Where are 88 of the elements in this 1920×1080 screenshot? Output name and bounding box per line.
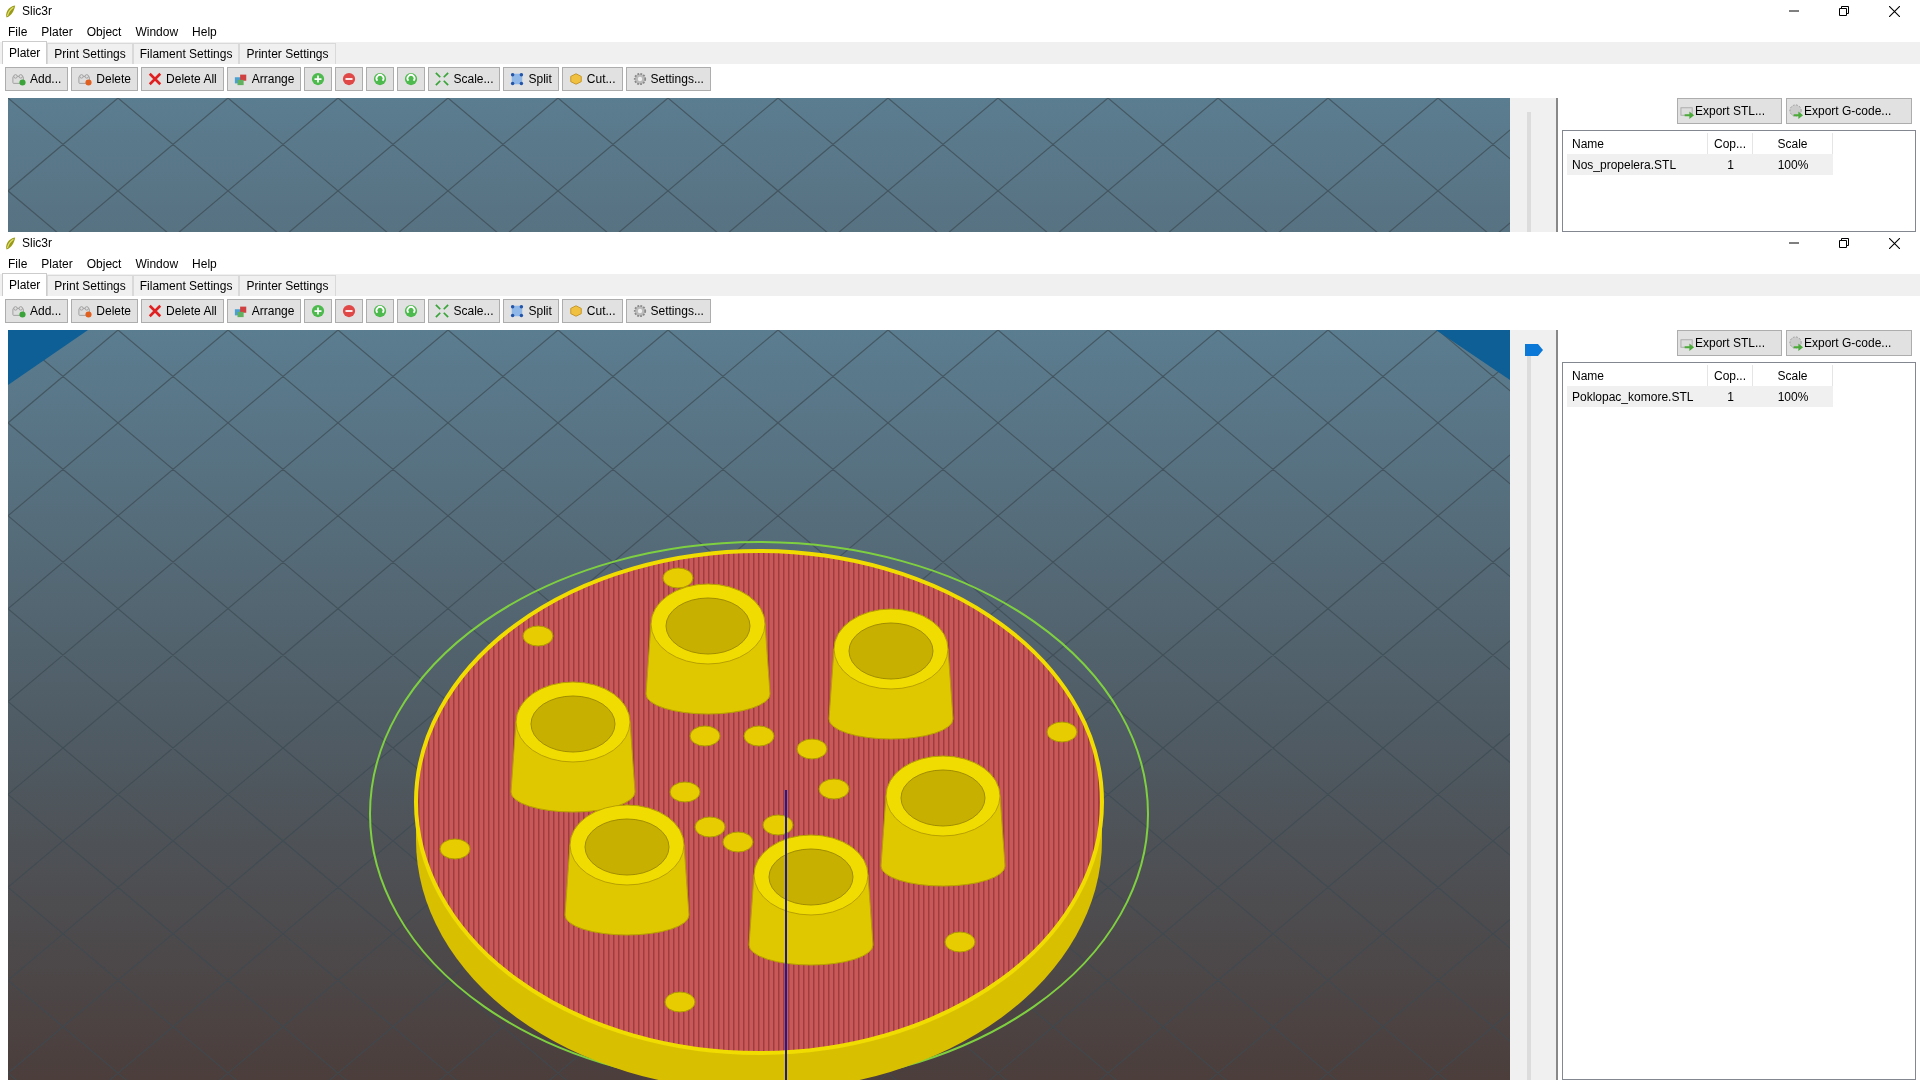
rotate-right-icon xyxy=(404,72,419,86)
toolbar-button[interactable]: Arrange xyxy=(226,67,302,91)
gear-icon xyxy=(632,72,647,86)
toolbar-button[interactable]: Cut... xyxy=(561,299,623,323)
table-row[interactable]: Poklopac_komore.STL 1 100% xyxy=(1567,386,1833,407)
toolbar-button[interactable]: Split xyxy=(503,299,559,323)
menu-item[interactable]: Help xyxy=(184,257,223,271)
bricks-delete-icon xyxy=(78,304,93,318)
export-button[interactable]: Export G-code... xyxy=(1786,330,1912,356)
tab[interactable]: Plater xyxy=(2,273,48,296)
tab[interactable]: Print Settings xyxy=(47,275,133,296)
expand-arrows-icon xyxy=(435,304,450,318)
bricks-delete-icon xyxy=(78,72,93,86)
restore-icon[interactable] xyxy=(1839,238,1849,248)
box-icon xyxy=(568,304,583,318)
cubes-icon xyxy=(233,304,248,318)
toolbar-button[interactable]: Arrange xyxy=(226,299,302,323)
bricks-add-icon xyxy=(12,72,26,86)
table-cell-text: 100% xyxy=(1776,157,1810,172)
tab[interactable]: Filament Settings xyxy=(132,43,240,64)
table-row[interactable]: Nos_propelera.STL 1 100% xyxy=(1567,154,1833,175)
toolbar-button[interactable]: Settings... xyxy=(625,67,711,91)
rotate-left-icon xyxy=(373,72,388,86)
table-cell-text: Nos_propelera.STL xyxy=(1571,157,1678,172)
export-button[interactable]: Export STL... xyxy=(1677,98,1782,124)
layer-slider-thumb[interactable] xyxy=(1525,344,1543,356)
toolbar-button[interactable]: Delete All xyxy=(141,299,224,323)
split-dots-icon xyxy=(510,72,525,86)
menu-item[interactable]: Object xyxy=(78,25,128,39)
menu-item[interactable]: Plater xyxy=(33,25,79,39)
close-icon[interactable] xyxy=(1889,5,1900,17)
tab[interactable]: Filament Settings xyxy=(132,275,240,296)
menu-item[interactable]: File xyxy=(0,25,34,39)
export-button[interactable]: Export G-code... xyxy=(1786,98,1912,124)
toolbar-button[interactable]: Delete All xyxy=(141,67,224,91)
tab[interactable]: Printer Settings xyxy=(239,43,336,64)
toolbar-button[interactable]: Delete xyxy=(71,67,139,91)
rotate-left-button[interactable] xyxy=(366,67,395,91)
rotate-right-button[interactable] xyxy=(397,299,426,323)
rotate-right-icon xyxy=(404,304,419,318)
toolbar-button[interactable]: Add... xyxy=(5,67,69,91)
expand-arrows-icon xyxy=(435,72,450,86)
cubes-icon xyxy=(233,72,248,86)
toolbar-button[interactable]: Delete xyxy=(71,299,139,323)
split-dots-icon xyxy=(510,304,525,318)
menu-item[interactable]: Help xyxy=(184,25,223,39)
tab[interactable]: Plater xyxy=(2,41,48,64)
3d-view[interactable] xyxy=(8,330,1510,1080)
toolbar-button[interactable]: Split xyxy=(503,67,559,91)
plus-circle-button[interactable] xyxy=(304,299,333,323)
restore-icon[interactable] xyxy=(1839,6,1849,16)
menu-item[interactable]: File xyxy=(0,257,34,271)
toolbar-button[interactable]: Scale... xyxy=(428,67,501,91)
rotate-left-button[interactable] xyxy=(366,299,395,323)
menu-item[interactable]: Plater xyxy=(33,257,79,271)
plus-circle-button[interactable] xyxy=(304,67,333,91)
app-logo-icon xyxy=(4,3,16,19)
minus-circle-icon xyxy=(342,72,357,86)
tab[interactable]: Print Settings xyxy=(47,43,133,64)
table-cell-text: Poklopac_komore.STL xyxy=(1571,389,1695,404)
toolbar-button[interactable]: Cut... xyxy=(561,67,623,91)
rotate-left-icon xyxy=(373,304,388,318)
close-icon[interactable] xyxy=(1889,237,1900,249)
minus-circle-button[interactable] xyxy=(335,67,364,91)
cross-icon xyxy=(148,304,163,318)
menu-item[interactable]: Window xyxy=(127,257,185,271)
export-button[interactable]: Export STL... xyxy=(1677,330,1782,356)
menu-item[interactable]: Object xyxy=(78,257,128,271)
tab[interactable]: Printer Settings xyxy=(239,275,336,296)
gear-icon xyxy=(632,304,647,318)
window-title: Slic3r xyxy=(22,4,52,18)
window-title: Slic3r xyxy=(22,236,52,250)
minus-circle-icon xyxy=(342,304,357,318)
toolbar-button[interactable]: Settings... xyxy=(625,299,711,323)
box-icon xyxy=(568,72,583,86)
rotate-right-button[interactable] xyxy=(397,67,426,91)
plus-circle-icon xyxy=(311,304,326,318)
cross-icon xyxy=(148,72,163,86)
minus-circle-button[interactable] xyxy=(335,299,364,323)
app-logo-icon xyxy=(4,235,16,251)
table-cell-text: 1 xyxy=(1726,157,1735,172)
table-cell-text: 1 xyxy=(1726,389,1735,404)
bricks-add-icon xyxy=(12,304,26,318)
table-cell-text: 100% xyxy=(1776,389,1810,404)
menu-item[interactable]: Window xyxy=(127,25,185,39)
toolbar-button[interactable]: Scale... xyxy=(428,299,501,323)
toolbar-button[interactable]: Add... xyxy=(5,299,69,323)
plus-circle-icon xyxy=(311,72,326,86)
